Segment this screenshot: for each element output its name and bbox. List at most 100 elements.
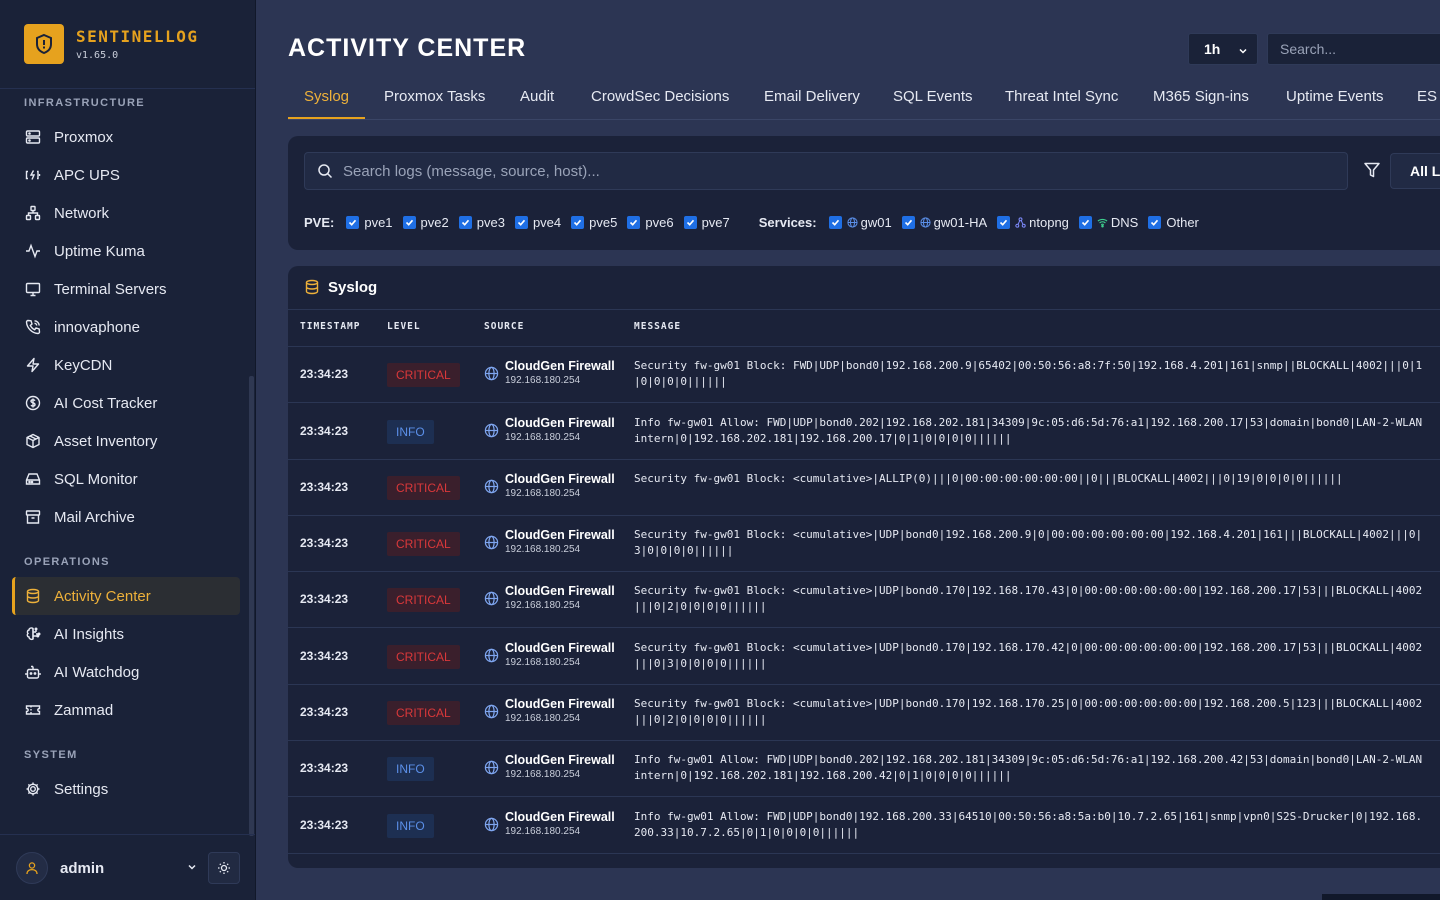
pve-checkbox-pve4[interactable]: pve4 bbox=[514, 215, 561, 230]
sidebar-item-terminal-servers[interactable]: Terminal Servers bbox=[12, 270, 240, 308]
filter-icon[interactable] bbox=[1363, 161, 1381, 184]
checkbox-checked-icon[interactable] bbox=[1148, 215, 1162, 229]
tab-syslog[interactable]: Syslog bbox=[304, 88, 349, 120]
global-search-input[interactable]: Search... bbox=[1267, 33, 1440, 65]
globe-icon bbox=[484, 479, 499, 494]
checkbox-checked-icon[interactable] bbox=[1078, 215, 1092, 229]
sidebar-item-label: KeyCDN bbox=[54, 356, 113, 374]
sidebar-scrollbar[interactable] bbox=[249, 376, 254, 836]
sidebar-item-asset-inventory[interactable]: Asset Inventory bbox=[12, 422, 240, 460]
chevron-down-icon bbox=[1237, 44, 1249, 60]
table-row[interactable]: 23:34:23 CRITICAL CloudGen Firewall 192.168… bbox=[288, 460, 1440, 516]
globe-icon bbox=[484, 817, 499, 832]
tab-sql-events[interactable]: SQL Events bbox=[893, 88, 972, 120]
column-header-timestamp[interactable]: TIMESTAMP bbox=[300, 321, 360, 332]
pve-checkbox-pve7[interactable]: pve7 bbox=[683, 215, 730, 230]
brand[interactable]: SENTINELLOG v1.65.0 bbox=[24, 24, 198, 64]
tab-crowdsec-decisions[interactable]: CrowdSec Decisions bbox=[591, 88, 729, 120]
sidebar-item-zammad[interactable]: Zammad bbox=[12, 691, 240, 729]
pve-checkbox-pve2[interactable]: pve2 bbox=[402, 215, 449, 230]
sidebar-item-network[interactable]: Network bbox=[12, 194, 240, 232]
row-source: CloudGen Firewall 192.168.180.254 bbox=[484, 584, 615, 611]
sidebar-item-ai-cost-tracker[interactable]: AI Cost Tracker bbox=[12, 384, 240, 422]
table-row[interactable]: 23:34:23 INFO CloudGen Firewall 192.168.180… bbox=[288, 798, 1440, 854]
battery-charging-icon bbox=[24, 166, 42, 184]
globe-icon bbox=[484, 648, 499, 663]
sidebar-item-settings[interactable]: Settings bbox=[12, 770, 240, 808]
sidebar-item-label: SQL Monitor bbox=[54, 470, 138, 488]
level-filter-select[interactable]: All L bbox=[1390, 153, 1440, 189]
row-source: CloudGen Firewall 192.168.180.254 bbox=[484, 416, 615, 443]
checkbox-checked-icon[interactable] bbox=[627, 215, 641, 229]
pve-label: PVE: bbox=[304, 214, 335, 230]
sidebar-item-innovaphone[interactable]: innovaphone bbox=[12, 308, 240, 346]
sidebar-item-ai-watchdog[interactable]: AI Watchdog bbox=[12, 653, 240, 691]
sidebar-item-uptime-kuma[interactable]: Uptime Kuma bbox=[12, 232, 240, 270]
theme-toggle-button[interactable] bbox=[208, 852, 240, 884]
pve-checkbox-pve1[interactable]: pve1 bbox=[346, 215, 393, 230]
table-row[interactable]: 23:34:23 CRITICAL CloudGen Firewall 192.168… bbox=[288, 572, 1440, 628]
table-row[interactable]: 23:34:23 INFO CloudGen Firewall 192.168.180… bbox=[288, 404, 1440, 460]
service-checkbox-dns[interactable]: DNS bbox=[1078, 215, 1138, 230]
network-icon bbox=[24, 204, 42, 222]
bot-icon bbox=[24, 663, 42, 681]
sidebar-item-label: APC UPS bbox=[54, 166, 120, 184]
tab-email-delivery[interactable]: Email Delivery bbox=[764, 88, 860, 120]
table-row[interactable]: 23:34:23 CRITICAL CloudGen Firewall 192.168… bbox=[288, 685, 1440, 741]
sidebar-item-sql-monitor[interactable]: SQL Monitor bbox=[12, 460, 240, 498]
sidebar-item-label: Settings bbox=[54, 780, 109, 798]
user-menu[interactable]: admin bbox=[16, 852, 240, 884]
service-checkbox-other[interactable]: Other bbox=[1148, 215, 1199, 230]
phone-icon bbox=[24, 318, 42, 336]
sidebar-item-proxmox[interactable]: Proxmox bbox=[12, 118, 240, 156]
column-header-source[interactable]: SOURCE bbox=[484, 321, 524, 332]
service-checkbox-gw01-ha[interactable]: gw01-HA bbox=[901, 215, 987, 230]
tab-proxmox-tasks[interactable]: Proxmox Tasks bbox=[384, 88, 485, 120]
table-row[interactable]: 23:34:23 CRITICAL CloudGen Firewall 192.168… bbox=[288, 347, 1440, 403]
row-timestamp: 23:34:23 bbox=[300, 424, 349, 438]
page-title: ACTIVITY CENTER bbox=[288, 34, 527, 62]
time-range-value: 1h bbox=[1204, 41, 1221, 57]
user-name: admin bbox=[60, 859, 105, 877]
checkbox-checked-icon[interactable] bbox=[571, 215, 585, 229]
table-row[interactable]: 23:34:23 CRITICAL CloudGen Firewall 192.168… bbox=[288, 629, 1440, 685]
sidebar-item-keycdn[interactable]: KeyCDN bbox=[12, 346, 240, 384]
service-checkbox-gw01[interactable]: gw01 bbox=[828, 215, 892, 230]
table-row[interactable]: 23:34:23 CRITICAL CloudGen Firewall 192.168… bbox=[288, 516, 1440, 572]
sidebar-item-label: Mail Archive bbox=[54, 508, 135, 526]
checkbox-checked-icon[interactable] bbox=[402, 215, 416, 229]
time-range-select[interactable]: 1h bbox=[1188, 33, 1258, 65]
level-badge: INFO bbox=[387, 420, 434, 444]
pve-checkbox-pve3[interactable]: pve3 bbox=[458, 215, 505, 230]
row-timestamp: 23:34:23 bbox=[300, 536, 349, 550]
checkbox-checked-icon[interactable] bbox=[514, 215, 528, 229]
chevron-down-icon[interactable] bbox=[186, 860, 198, 878]
sidebar-item-apc-ups[interactable]: APC UPS bbox=[12, 156, 240, 194]
tab-es[interactable]: ES bbox=[1417, 88, 1437, 120]
source-name: CloudGen Firewall bbox=[505, 359, 615, 373]
tab-uptime-events[interactable]: Uptime Events bbox=[1286, 88, 1384, 120]
sidebar-item-mail-archive[interactable]: Mail Archive bbox=[12, 498, 240, 536]
service-checkbox-ntopng[interactable]: ntopng bbox=[997, 215, 1069, 230]
source-name: CloudGen Firewall bbox=[505, 472, 615, 486]
column-header-message[interactable]: MESSAGE bbox=[634, 321, 681, 332]
log-search-input[interactable]: Search logs (message, source, host)... bbox=[304, 152, 1348, 190]
column-header-level[interactable]: LEVEL bbox=[387, 321, 421, 332]
checkbox-checked-icon[interactable] bbox=[683, 215, 697, 229]
pve-checkbox-pve5[interactable]: pve5 bbox=[571, 215, 617, 230]
row-source: CloudGen Firewall 192.168.180.254 bbox=[484, 472, 615, 499]
checkbox-checked-icon[interactable] bbox=[828, 215, 842, 229]
table-row[interactable]: 23:34:23 INFO CloudGen Firewall 192.168.180… bbox=[288, 741, 1440, 797]
horizontal-scrollbar[interactable] bbox=[1322, 894, 1440, 900]
checkbox-checked-icon[interactable] bbox=[901, 215, 915, 229]
tab-threat-intel-sync[interactable]: Threat Intel Sync bbox=[1005, 88, 1118, 120]
sidebar-item-ai-insights[interactable]: AI Insights bbox=[12, 615, 240, 653]
checkbox-checked-icon[interactable] bbox=[458, 215, 472, 229]
pve-checkbox-pve6[interactable]: pve6 bbox=[627, 215, 674, 230]
sidebar-item-activity-center[interactable]: Activity Center bbox=[12, 577, 240, 615]
wifi-icon bbox=[1097, 217, 1108, 228]
tab-audit[interactable]: Audit bbox=[520, 88, 554, 120]
tab-m365-sign-ins[interactable]: M365 Sign-ins bbox=[1153, 88, 1249, 120]
checkbox-checked-icon[interactable] bbox=[997, 215, 1011, 229]
checkbox-checked-icon[interactable] bbox=[346, 215, 360, 229]
